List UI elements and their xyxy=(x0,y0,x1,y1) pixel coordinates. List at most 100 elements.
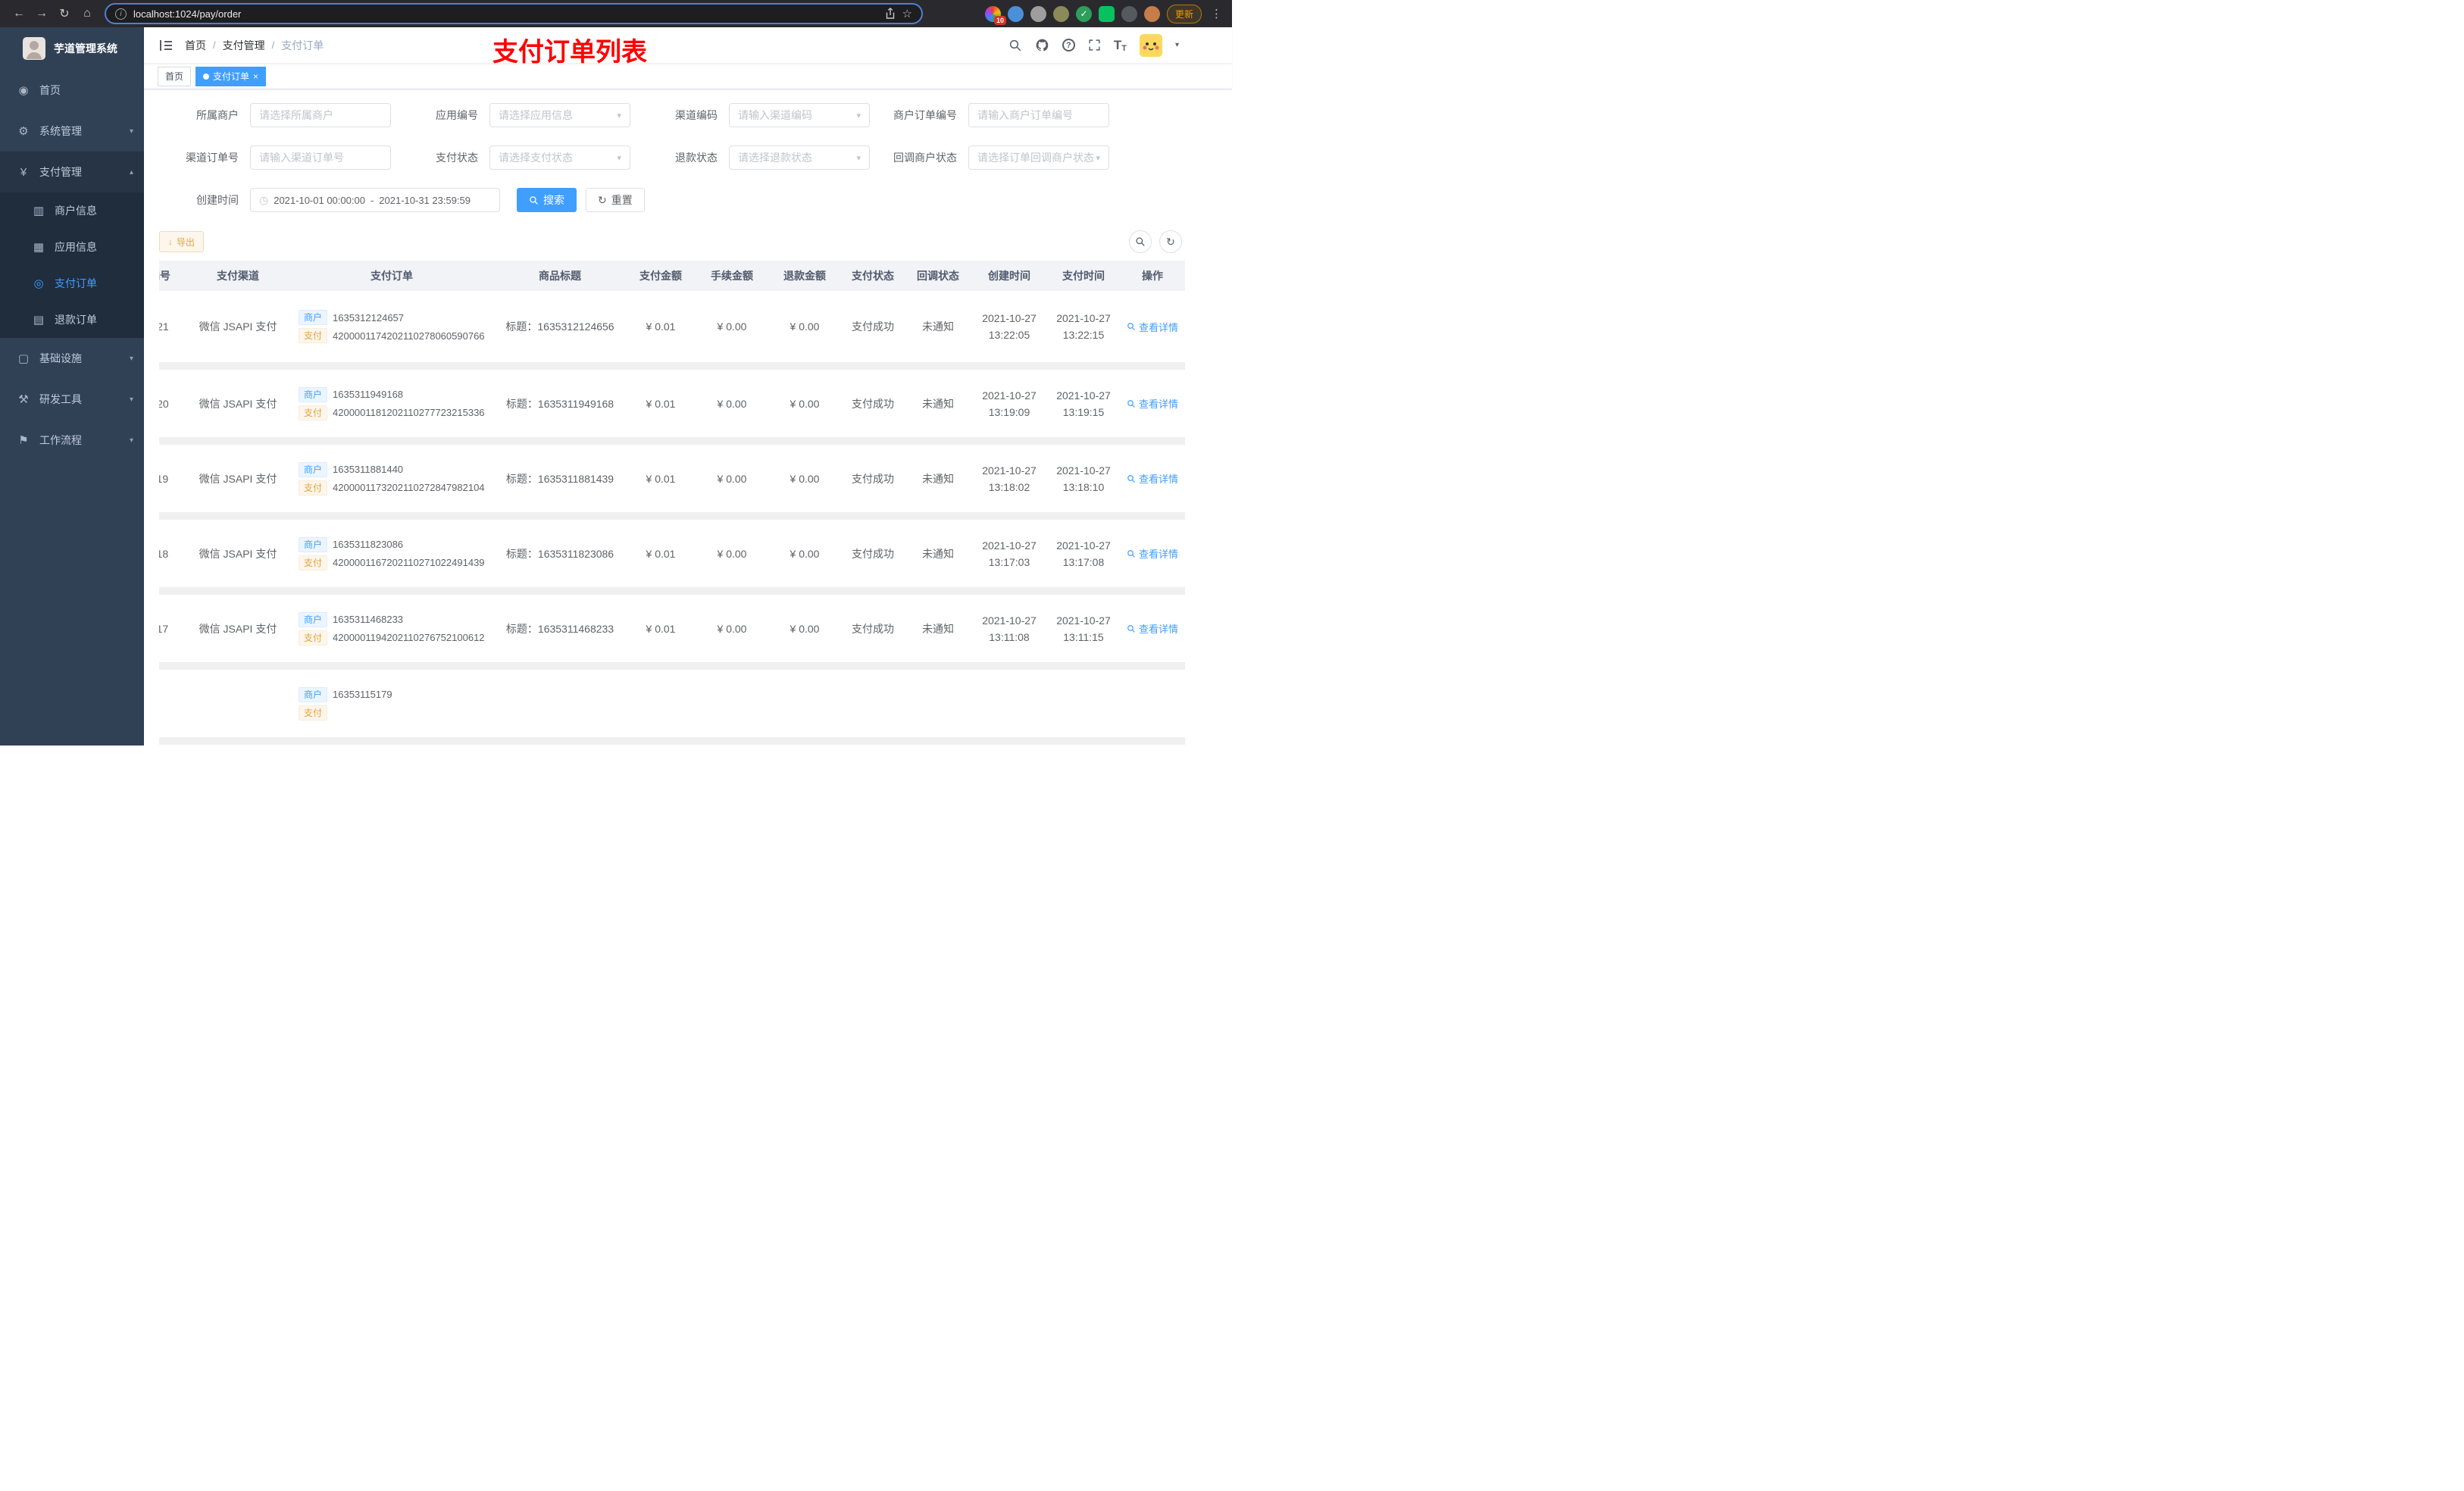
font-size-icon[interactable]: TT xyxy=(1114,38,1127,53)
table-row[interactable]: 117 微信 JSAPI 支付 商户 1635311468233 支付 420000… xyxy=(159,591,1185,670)
table-row[interactable]: 商户 16353115179 支付 xyxy=(159,666,1185,745)
sidebar-item-infra[interactable]: ▢ 基础设施 ▾ xyxy=(0,338,144,379)
breadcrumb-section[interactable]: 支付管理 xyxy=(223,38,265,53)
merchant-order-no: 16353115179 xyxy=(333,689,392,700)
sidebar-item-label: 基础设施 xyxy=(39,352,82,364)
date-end-value[interactable]: 2021-10-31 23:59:59 xyxy=(379,195,471,206)
extension-icon-2[interactable] xyxy=(1007,5,1024,22)
select-placeholder: 请选择订单回调商户状态 xyxy=(977,152,1094,164)
close-icon[interactable]: × xyxy=(253,71,258,82)
cell-status: 支付成功 xyxy=(841,441,905,520)
refresh-table-button[interactable]: ↻ xyxy=(1159,230,1182,253)
address-bar[interactable]: i localhost:1024/pay/order ☆ xyxy=(105,3,923,24)
browser-back-icon[interactable]: ← xyxy=(8,2,30,25)
app-logo[interactable]: 芋道管理系统 xyxy=(0,27,144,70)
pay-order-no: 4200001167202110271022491439 xyxy=(333,557,485,568)
channel-code-select[interactable]: 请输入渠道编码 ▾ xyxy=(729,103,870,127)
cell-notify: 未通知 xyxy=(905,366,971,445)
browser-reload-icon[interactable]: ↻ xyxy=(53,2,76,25)
pay-status-select[interactable]: 请选择支付状态 ▾ xyxy=(489,145,630,170)
filter-merchant-order-no: 商户订单编号 xyxy=(877,103,1109,127)
sidebar-item-merchant-info[interactable]: ▥ 商户信息 xyxy=(0,192,144,229)
logo-image xyxy=(23,37,45,60)
reset-button[interactable]: ↻ 重置 xyxy=(586,188,645,212)
date-start-value[interactable]: 2021-10-01 00:00:00 xyxy=(274,195,365,206)
col-status: 支付状态 xyxy=(841,261,905,291)
search-icon[interactable] xyxy=(1008,39,1022,52)
browser-menu-icon[interactable]: ⋮ xyxy=(1209,7,1224,20)
avatar-dropdown-caret-icon[interactable]: ▾ xyxy=(1175,41,1179,49)
view-detail-link[interactable]: 查看详情 xyxy=(1127,471,1178,486)
sidebar-item-pay-order[interactable]: ◎ 支付订单 xyxy=(0,265,144,302)
merchant-order-no: 1635312124657 xyxy=(333,311,405,324)
sidebar-item-pay[interactable]: ¥ 支付管理 ▴ xyxy=(0,152,144,192)
fullscreen-icon[interactable] xyxy=(1088,39,1101,52)
merchant-order-no-input[interactable] xyxy=(968,103,1109,127)
site-info-icon[interactable]: i xyxy=(115,8,127,20)
browser-forward-icon[interactable]: → xyxy=(30,2,53,25)
notify-status-select[interactable]: 请选择订单回调商户状态 ▾ xyxy=(968,145,1109,170)
browser-home-icon[interactable]: ⌂ xyxy=(76,2,98,25)
table-row[interactable]: 119 微信 JSAPI 支付 商户 1635311881440 支付 420000… xyxy=(159,441,1185,520)
search-button[interactable]: 搜索 xyxy=(517,188,577,212)
create-time-range-picker[interactable]: ◷ 2021-10-01 00:00:00 - 2021-10-31 23:59… xyxy=(250,188,500,212)
merchant-order-no: 1635311823086 xyxy=(333,539,404,550)
sidebar-item-home[interactable]: ◉ 首页 xyxy=(0,70,144,111)
view-detail-link[interactable]: 查看详情 xyxy=(1127,396,1178,411)
col-refund: 退款金额 xyxy=(768,261,841,291)
channel-order-no-input[interactable] xyxy=(250,145,391,170)
user-avatar[interactable] xyxy=(1139,33,1162,57)
help-icon[interactable]: ? xyxy=(1062,39,1075,52)
toggle-search-button[interactable] xyxy=(1129,230,1152,253)
filter-app-no: 应用编号 请选择应用信息 ▾ xyxy=(399,103,630,127)
export-button[interactable]: ↓ 导出 xyxy=(159,231,205,252)
select-placeholder: 请选择应用信息 xyxy=(499,109,573,121)
url-text[interactable]: localhost:1024/pay/order xyxy=(133,8,878,20)
pay-tag: 支付 xyxy=(299,705,328,720)
sidebar-item-workflow[interactable]: ⚑ 工作流程 ▾ xyxy=(0,420,144,461)
filter-merchant: 所属商户 xyxy=(159,103,391,127)
extension-icon-4[interactable] xyxy=(1052,5,1069,22)
cell-fee: ¥ 0.00 xyxy=(696,591,768,670)
cell-id xyxy=(159,666,186,745)
filter-row-3: 创建时间 ◷ 2021-10-01 00:00:00 - 2021-10-31 … xyxy=(159,188,1217,212)
refund-status-select[interactable]: 请选择退款状态 ▾ xyxy=(729,145,870,170)
github-icon[interactable] xyxy=(1035,38,1049,52)
sidebar-item-system[interactable]: ⚙ 系统管理 ▾ xyxy=(0,111,144,152)
extension-icon-1[interactable]: 10 xyxy=(984,5,1006,25)
extension-icon-7[interactable] xyxy=(1121,5,1137,22)
cell-status: 支付成功 xyxy=(841,291,905,370)
tab-home[interactable]: 首页 xyxy=(158,66,192,86)
breadcrumb-home[interactable]: 首页 xyxy=(185,38,206,53)
table-row[interactable]: 120 微信 JSAPI 支付 商户 1635311949168 支付 420000… xyxy=(159,366,1185,445)
pay-tag: 支付 xyxy=(299,328,328,343)
sidebar-toggle-icon[interactable] xyxy=(159,39,173,52)
cell-id: 117 xyxy=(159,591,186,670)
sidebar-item-refund-order[interactable]: ▤ 退款订单 xyxy=(0,302,144,338)
sidebar-item-dev-tools[interactable]: ⚒ 研发工具 ▾ xyxy=(0,379,144,420)
profile-avatar-icon[interactable] xyxy=(1143,5,1160,22)
extension-icon-6[interactable] xyxy=(1098,5,1115,22)
table-toolbar: ↓ 导出 ↻ xyxy=(159,230,1217,253)
browser-update-button[interactable]: 更新 xyxy=(1166,4,1202,23)
cell-pay-order: 商户 1635311949168 支付 4200001181202110277723… xyxy=(289,366,494,445)
tab-pay-order[interactable]: 支付订单 × xyxy=(195,66,267,86)
view-detail-link[interactable]: 查看详情 xyxy=(1127,621,1178,636)
sidebar-item-app-info[interactable]: ▦ 应用信息 xyxy=(0,229,144,265)
table-row[interactable]: 121 微信 JSAPI 支付 商户 1635312124657 支付 420000… xyxy=(159,291,1185,370)
share-icon[interactable] xyxy=(885,8,896,20)
app-no-select[interactable]: 请选择应用信息 ▾ xyxy=(489,103,630,127)
table-row[interactable]: 118 微信 JSAPI 支付 商户 1635311823086 支付 420000… xyxy=(159,516,1185,595)
merchant-input[interactable] xyxy=(250,103,391,127)
bookmark-star-icon[interactable]: ☆ xyxy=(902,7,912,20)
chevron-down-icon: ▾ xyxy=(129,354,133,363)
view-detail-link[interactable]: 查看详情 xyxy=(1127,320,1178,334)
extension-icon-3[interactable] xyxy=(1030,5,1046,22)
cell-action: 查看详情 xyxy=(1120,291,1185,370)
extension-icon-5[interactable]: ✓ xyxy=(1075,5,1092,22)
view-detail-link[interactable]: 查看详情 xyxy=(1127,546,1178,561)
top-navbar: 首页 / 支付管理 / 支付订单 支付订单列表 ? T T ▾ xyxy=(144,27,1232,67)
filter-label: 所属商户 xyxy=(196,109,239,121)
filter-pay-status: 支付状态 请选择支付状态 ▾ xyxy=(399,145,630,170)
document-icon: ▤ xyxy=(33,314,45,327)
